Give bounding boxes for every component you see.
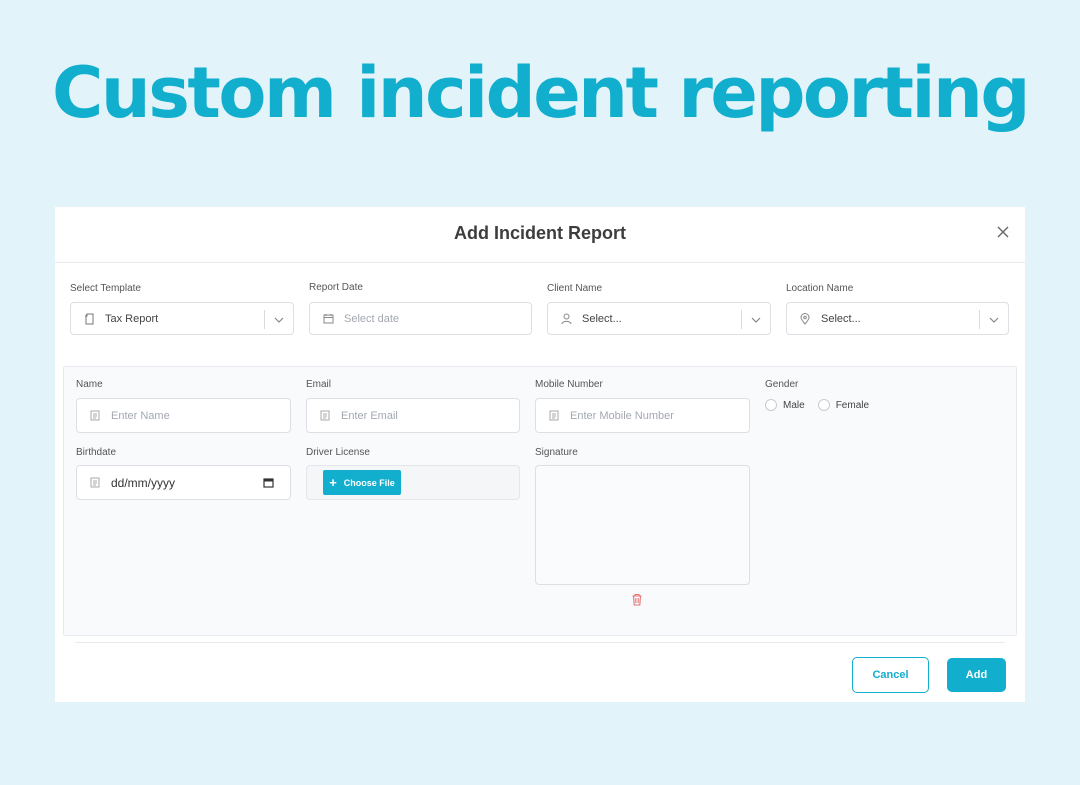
- text-field-icon: [89, 477, 101, 489]
- birthdate-label: Birthdate: [76, 447, 117, 458]
- choose-file-label: Choose File: [343, 477, 395, 488]
- client-name-dropdown[interactable]: Select...: [547, 302, 771, 335]
- close-icon[interactable]: [995, 224, 1011, 240]
- client-name-label: Client Name: [547, 283, 603, 294]
- location-name-label: Location Name: [786, 283, 854, 294]
- location-name-dropdown[interactable]: Select...: [786, 302, 1009, 335]
- calendar-picker-icon[interactable]: [263, 477, 274, 491]
- document-icon: [83, 313, 95, 325]
- driver-license-file-input: + Choose File: [306, 465, 520, 500]
- dropdown-separator: [741, 310, 742, 329]
- add-incident-report-modal: Add Incident Report Select Template Repo…: [55, 207, 1025, 702]
- gender-radio-group: Male Female: [765, 399, 869, 411]
- trash-icon[interactable]: [631, 593, 643, 611]
- modal-title: Add Incident Report: [454, 223, 626, 243]
- chevron-down-icon[interactable]: [989, 315, 999, 327]
- text-field-icon: [89, 410, 101, 422]
- modal-header: Add Incident Report: [55, 207, 1025, 263]
- mobile-number-input[interactable]: Enter Mobile Number: [535, 398, 750, 433]
- location-name-placeholder: Select...: [821, 312, 861, 325]
- report-date-input[interactable]: Select date: [309, 302, 532, 335]
- birthdate-input[interactable]: dd/mm/yyyy: [76, 465, 291, 500]
- email-placeholder: Enter Email: [341, 409, 398, 422]
- footer-divider: [75, 642, 1005, 643]
- signature-label: Signature: [535, 447, 578, 458]
- name-input[interactable]: Enter Name: [76, 398, 291, 433]
- text-field-icon: [319, 410, 331, 422]
- name-label: Name: [76, 379, 103, 390]
- text-field-icon: [548, 410, 560, 422]
- report-date-placeholder: Select date: [344, 312, 400, 325]
- mobile-number-label: Mobile Number: [535, 379, 603, 390]
- report-date-label: Report Date: [309, 282, 363, 293]
- dropdown-separator: [264, 310, 265, 329]
- user-icon: [560, 313, 572, 325]
- signature-pad[interactable]: [535, 465, 750, 585]
- email-input[interactable]: Enter Email: [306, 398, 520, 433]
- mobile-number-placeholder: Enter Mobile Number: [570, 409, 674, 422]
- choose-file-button[interactable]: + Choose File: [323, 470, 401, 495]
- select-template-dropdown[interactable]: Tax Report: [70, 302, 294, 335]
- client-name-placeholder: Select...: [582, 312, 622, 325]
- radio-circle[interactable]: [817, 399, 830, 411]
- chevron-down-icon[interactable]: [751, 315, 761, 327]
- person-details-panel: Name Email Mobile Number Gender Enter Na…: [63, 366, 1017, 636]
- add-button[interactable]: Add: [947, 658, 1006, 692]
- cancel-button[interactable]: Cancel: [852, 657, 929, 693]
- driver-license-label: Driver License: [306, 447, 370, 458]
- chevron-down-icon[interactable]: [274, 315, 284, 327]
- name-placeholder: Enter Name: [111, 409, 170, 422]
- gender-male-radio[interactable]: Male: [765, 399, 805, 411]
- radio-circle[interactable]: [765, 399, 777, 411]
- gender-male-label: Male: [783, 399, 805, 411]
- gender-female-label: Female: [835, 399, 870, 411]
- email-label: Email: [306, 379, 332, 390]
- select-template-value: Tax Report: [105, 312, 159, 325]
- gender-label: Gender: [765, 379, 799, 390]
- hero-title: Custom incident reporting: [52, 52, 1030, 134]
- dropdown-separator: [979, 310, 980, 329]
- select-template-label: Select Template: [70, 283, 141, 294]
- location-pin-icon: [799, 312, 811, 325]
- birthdate-placeholder: dd/mm/yyyy: [111, 475, 176, 490]
- plus-icon: +: [329, 475, 337, 490]
- calendar-icon: [322, 313, 334, 325]
- gender-female-radio[interactable]: Female: [817, 399, 870, 411]
